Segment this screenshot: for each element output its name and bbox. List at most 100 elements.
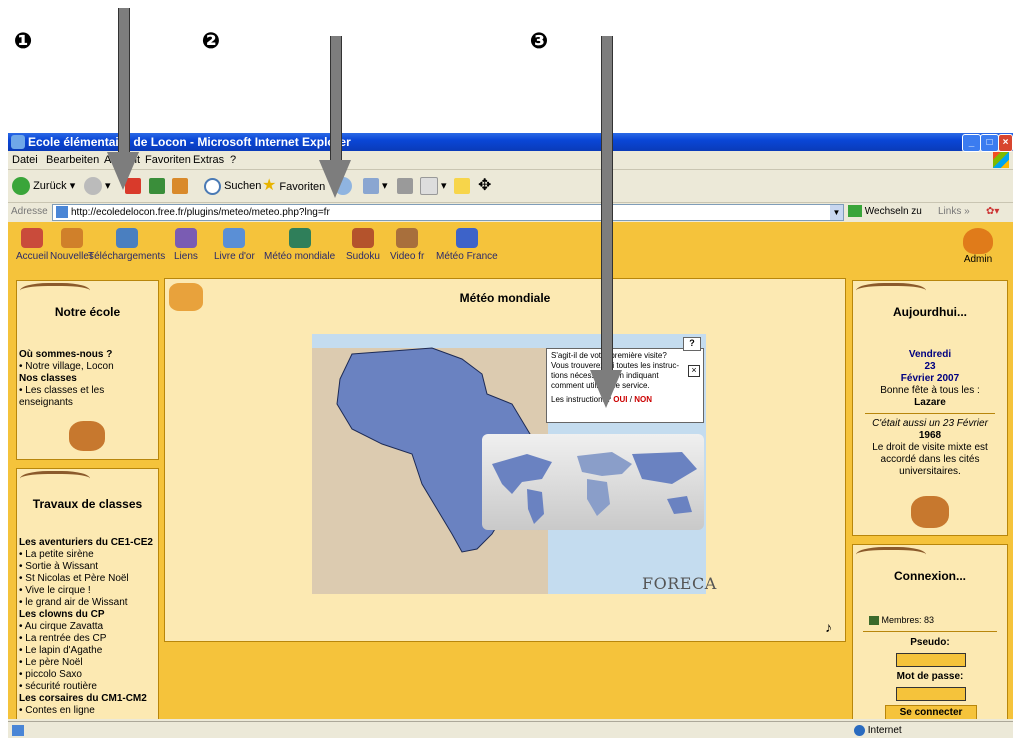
menu-datei[interactable]: Datei	[12, 152, 38, 169]
world-map	[492, 452, 697, 524]
refresh-button[interactable]	[149, 176, 165, 196]
nav-icon	[455, 228, 478, 248]
toolbar: Zurück ▾ ▾ Suchen ★ Favoriten ▾ ▾ ✥	[8, 170, 1013, 203]
toolbar-extra-icon[interactable]: ✿▾	[986, 203, 999, 221]
menu-extras[interactable]: Extras	[193, 152, 224, 169]
edit-button[interactable]: ▾	[420, 176, 447, 196]
annotation-arrow-3	[601, 36, 613, 376]
notes-button[interactable]	[454, 176, 470, 196]
today-body: Vendredi 23 Février 2007 Bonne fête à to…	[855, 349, 1005, 478]
class-work-link[interactable]: • Le père Noël	[19, 657, 156, 669]
nav-item-accueil[interactable]: Accueil	[16, 228, 48, 262]
search-button[interactable]: Suchen	[204, 176, 261, 196]
nav-item-m-t-o-france[interactable]: Météo France	[436, 228, 498, 262]
menu-favoriten[interactable]: Favoriten	[145, 152, 191, 169]
world-map-card[interactable]	[482, 434, 704, 530]
connexion-panel: Connexion... Membres: 83 Pseudo: Mot de …	[852, 544, 1008, 719]
annotation-arrowhead-1	[107, 152, 139, 190]
nav-item-m-t-o-mondiale[interactable]: Météo mondiale	[264, 228, 335, 262]
address-dropdown-icon[interactable]: ▼	[830, 205, 843, 220]
class-work-link[interactable]: • St Nicolas et Père Noël	[19, 573, 156, 585]
menu-help[interactable]: ?	[230, 152, 236, 169]
nav-item-t-l-chargements[interactable]: Téléchargements	[88, 228, 165, 262]
windows-logo-icon	[993, 152, 1009, 168]
nav-label: Accueil	[16, 251, 49, 262]
main-content: Météo mondiale ? × S'agit-il de votre pr…	[164, 278, 846, 642]
admin-link[interactable]: Admin	[956, 228, 1000, 265]
class-work-link[interactable]: • La petite sirène	[19, 549, 156, 561]
classes-link[interactable]: • Les classes et les enseignants	[19, 385, 156, 409]
annotation-arrowhead-3	[590, 370, 622, 408]
close-button[interactable]: ×	[998, 134, 1013, 152]
nav-item-sudoku[interactable]: Sudoku	[346, 228, 380, 262]
status-bar: Internet	[8, 721, 1013, 739]
nav-item-livre-d-or[interactable]: Livre d'or	[214, 228, 255, 262]
nav-icon	[396, 228, 419, 248]
school-panel: Notre école Où sommes-nous ? • Notre vil…	[16, 280, 159, 460]
print-button[interactable]	[397, 176, 413, 196]
class-work-link[interactable]: • sécurité routière	[19, 681, 156, 693]
annotation-arrow-1	[118, 8, 130, 158]
address-input[interactable]: http://ecoledelocon.free.fr/plugins/mete…	[52, 204, 844, 221]
branch-decoration	[20, 283, 90, 302]
village-link[interactable]: • Notre village, Locon	[19, 361, 156, 373]
back-arrow-icon	[12, 177, 30, 196]
menu-bearbeiten[interactable]: Bearbeiten	[46, 152, 99, 169]
nav-item-video-fr[interactable]: Video fr	[390, 228, 424, 262]
class-work-link[interactable]: • Le lapin d'Agathe	[19, 645, 156, 657]
page-done-icon	[12, 725, 24, 736]
note-icon	[454, 178, 470, 195]
nav-icon	[60, 228, 83, 248]
class-work-link[interactable]: • La rentrée des CP	[19, 633, 156, 645]
non-link[interactable]: NON	[634, 395, 652, 404]
links-button[interactable]: Links »	[938, 203, 970, 221]
edit-icon	[420, 177, 438, 196]
annotation-marker-1: ❶	[13, 29, 33, 54]
class-heading: Les clowns du CP	[19, 609, 105, 620]
nav-icon	[174, 228, 197, 248]
messenger-button[interactable]: ✥	[478, 176, 491, 196]
nav-icon	[288, 228, 311, 248]
today-title: Aujourdhui...	[893, 305, 967, 319]
annotation-arrowhead-2	[319, 160, 351, 198]
nav-icon	[21, 228, 44, 248]
event-text: Le droit de visite mixte est accordé dan…	[872, 442, 988, 477]
annotation-marker-3: ❸	[529, 29, 549, 54]
garfield-icon	[963, 228, 993, 254]
go-button[interactable]: Wechseln zu	[848, 203, 922, 221]
address-label: Adresse	[11, 206, 48, 217]
class-work-link[interactable]: • Vive le cirque !	[19, 585, 156, 597]
favorites-button[interactable]: ★ Favoriten	[262, 176, 325, 196]
school-links: Où sommes-nous ? • Notre village, Locon …	[19, 349, 156, 409]
school-title: Notre école	[54, 305, 121, 319]
class-work-link[interactable]: • Au cirque Zavatta	[19, 621, 156, 633]
class-work-link[interactable]: • le grand air de Wissant	[19, 597, 156, 609]
cartoon-image	[69, 421, 105, 451]
minimize-button[interactable]: _	[962, 134, 981, 152]
fete-label: Bonne fête à tous les :	[880, 385, 980, 396]
popup-line-4: comment utiliser ce service.	[551, 381, 650, 390]
help-icon[interactable]: ?	[683, 337, 701, 351]
back-button[interactable]: Zurück ▾	[12, 176, 75, 196]
password-input[interactable]	[896, 687, 966, 701]
class-work-link[interactable]: • Contes en ligne	[19, 705, 156, 717]
search-icon	[204, 177, 221, 195]
pseudo-input[interactable]	[896, 653, 966, 667]
title-bar: Ecole élémentaire de Locon - Microsoft I…	[8, 133, 1013, 152]
nav-label: Video fr	[390, 251, 425, 262]
cartoon-image	[911, 496, 949, 528]
nav-label: Météo mondiale	[264, 251, 336, 262]
weather-map[interactable]: ? × S'agit-il de votre première visite? …	[312, 334, 716, 594]
messenger-icon: ✥	[478, 177, 492, 194]
class-work-link[interactable]: • Sortie à Wissant	[19, 561, 156, 573]
class-work-link[interactable]: • piccolo Saxo	[19, 669, 156, 681]
nav-item-liens[interactable]: Liens	[174, 228, 198, 262]
maximize-button[interactable]: □	[980, 134, 999, 152]
go-arrow-icon	[848, 205, 862, 218]
music-note-icon: ♪	[825, 619, 832, 635]
home-button[interactable]	[172, 176, 188, 196]
connect-button[interactable]: Se connecter	[885, 705, 977, 719]
mail-button[interactable]: ▾	[363, 176, 388, 196]
popup-close-button[interactable]: ×	[688, 365, 700, 377]
event-year: 1968	[918, 430, 942, 441]
